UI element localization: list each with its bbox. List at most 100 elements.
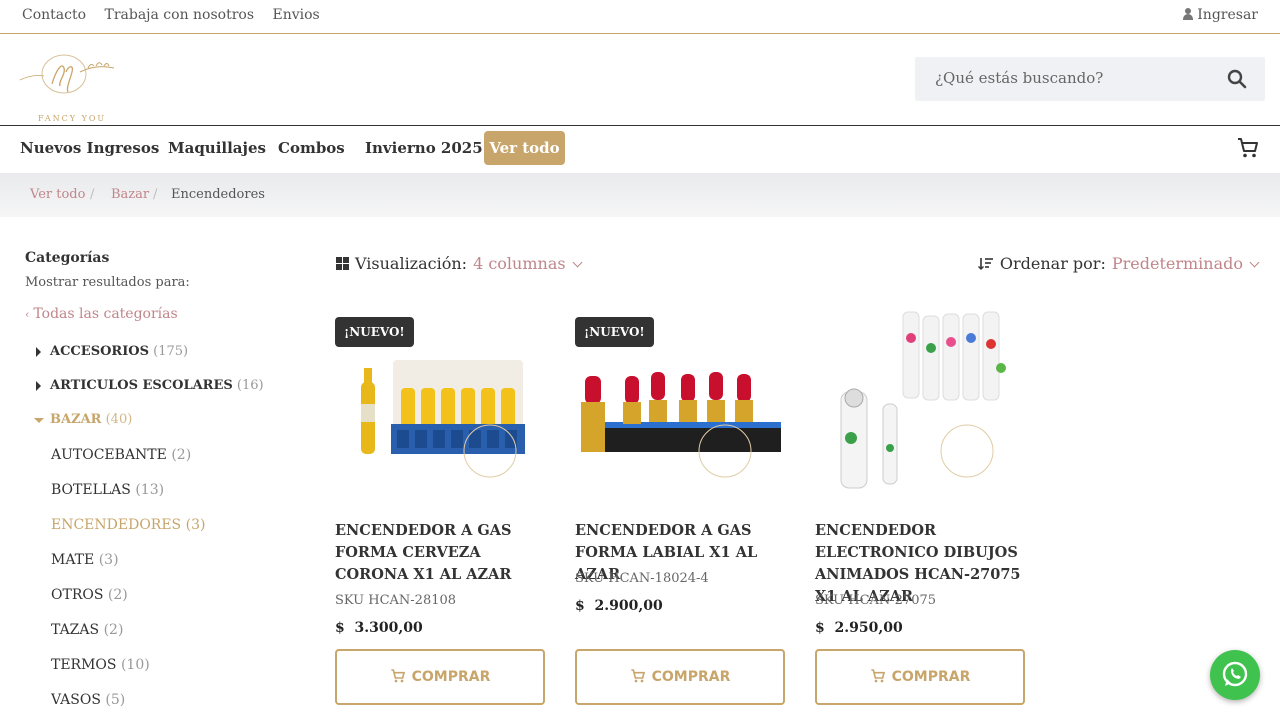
product-name[interactable]: ENCENDEDOR A GAS FORMA CERVEZA CORONA X1… [335, 520, 550, 586]
sort-selector[interactable]: Ordenar por: Predeterminado [977, 254, 1260, 273]
category-count: (40) [105, 412, 133, 427]
product-image[interactable] [815, 308, 1025, 508]
product-price: $ 2.900,00 [575, 598, 663, 614]
new-badge: ¡NUEVO! [335, 317, 414, 347]
product-price: $ 3.300,00 [335, 620, 423, 636]
category-name: BAZAR [50, 412, 102, 427]
price-value: 2.900,00 [594, 598, 663, 614]
main-nav: Nuevos Ingresos Maquillajes Combos Invie… [0, 126, 1280, 173]
buy-button[interactable]: COMPRAR [815, 649, 1025, 705]
buy-label: COMPRAR [411, 669, 491, 685]
view-selector[interactable]: Visualización: 4 columnas [336, 254, 583, 273]
subcategory-count: (5) [105, 692, 126, 708]
category-name: ARTICULOS ESCOLARES [50, 378, 233, 393]
product-sku: SKU HCAN-28108 [335, 593, 457, 608]
sidebar-title: Categorías [25, 250, 110, 266]
cart-icon [870, 669, 885, 683]
sort-icon [977, 258, 993, 270]
subcategory-botellas[interactable]: BOTELLAS (13) [51, 482, 164, 498]
chevron-down-icon [1249, 257, 1260, 268]
subcategory-tazas[interactable]: TAZAS (2) [51, 622, 123, 638]
buy-button[interactable]: COMPRAR [335, 649, 545, 705]
link-contacto[interactable]: Contacto [22, 7, 86, 23]
subcategory-name: VASOS [51, 692, 101, 708]
subcategory-count: (2) [171, 447, 192, 463]
whatsapp-button[interactable] [1210, 650, 1260, 700]
category-articulos-escolares[interactable]: ARTICULOS ESCOLARES (16) [50, 378, 264, 393]
whatsapp-icon [1222, 661, 1248, 687]
buy-button[interactable]: COMPRAR [575, 649, 785, 705]
category-accesorios[interactable]: ACCESORIOS (175) [50, 344, 188, 359]
product-sku: SKU HCAN-27075 [815, 593, 937, 608]
cart-icon[interactable] [1236, 136, 1260, 160]
currency-symbol: $ [335, 620, 345, 636]
caret-down-icon[interactable] [34, 418, 44, 423]
caret-right-icon[interactable] [36, 381, 41, 391]
nav-invierno-2025[interactable]: Invierno 2025 [365, 139, 483, 157]
nav-maquillajes[interactable]: Maquillajes [168, 139, 266, 157]
subcategory-count: (10) [120, 657, 150, 673]
caret-right-icon[interactable] [36, 347, 41, 357]
breadcrumb-current: Encendedores [171, 187, 265, 202]
breadcrumb-bazar[interactable]: Bazar [111, 187, 149, 202]
new-badge: ¡NUEVO! [575, 317, 654, 347]
subcategory-count: (13) [135, 482, 165, 498]
logo-text: FANCY YOU [38, 114, 107, 123]
breadcrumb: Ver todo / Bazar / Encendedores [0, 173, 1280, 217]
sidebar-subtitle: Mostrar resultados para: [25, 275, 190, 290]
subcategory-count: (2) [107, 587, 128, 603]
product-sku: SKU HCAN-18024-4 [575, 571, 709, 586]
cart-icon [390, 669, 405, 683]
logo-mark [19, 54, 115, 94]
product-price: $ 2.950,00 [815, 620, 903, 636]
all-categories-link[interactable]: ‹ Todas las categorías [25, 306, 178, 322]
chevron-down-icon [572, 257, 583, 268]
subcategory-encendedores[interactable]: ENCENDEDORES (3) [51, 517, 205, 533]
nav-combos[interactable]: Combos [278, 139, 345, 157]
category-count: (16) [236, 378, 264, 393]
subcategory-count: (3) [185, 517, 206, 533]
subcategory-mate[interactable]: MATE (3) [51, 552, 119, 568]
subcategory-name: ENCENDEDORES [51, 517, 182, 533]
subcategory-name: AUTOCEBANTE [51, 447, 167, 463]
subcategory-name: TERMOS [51, 657, 117, 673]
chevron-left-icon: ‹ [25, 308, 30, 321]
cart-icon [630, 669, 645, 683]
breadcrumb-separator: / [90, 187, 95, 202]
sort-label: Ordenar por: [999, 254, 1106, 273]
price-value: 3.300,00 [354, 620, 423, 636]
buy-label: COMPRAR [891, 669, 971, 685]
category-count: (175) [153, 344, 189, 359]
nav-nuevos-ingresos[interactable]: Nuevos Ingresos [20, 139, 159, 157]
search-icon[interactable] [1227, 69, 1247, 89]
category-name: ACCESORIOS [50, 344, 149, 359]
category-bazar[interactable]: BAZAR (40) [50, 412, 132, 427]
top-bar: Contacto Trabaja con nosotros Envios Ing… [0, 0, 1280, 34]
breadcrumb-ver-todo[interactable]: Ver todo [30, 187, 85, 202]
grid-icon [336, 257, 349, 270]
subcategory-autocebante[interactable]: AUTOCEBANTE (2) [51, 447, 191, 463]
price-value: 2.950,00 [834, 620, 903, 636]
link-envios[interactable]: Envios [273, 7, 320, 23]
subcategory-name: TAZAS [51, 622, 100, 638]
login-link[interactable]: Ingresar [1183, 7, 1258, 23]
search-placeholder: ¿Qué estás buscando? [935, 69, 1104, 87]
all-categories-label: Todas las categorías [33, 306, 178, 322]
nav-ver-todo-button[interactable]: Ver todo [484, 131, 565, 165]
link-trabaja[interactable]: Trabaja con nosotros [104, 7, 254, 23]
user-icon [1183, 8, 1194, 20]
subcategory-count: (2) [103, 622, 124, 638]
subcategory-termos[interactable]: TERMOS (10) [51, 657, 150, 673]
subcategory-name: MATE [51, 552, 95, 568]
subcategory-otros[interactable]: OTROS (2) [51, 587, 128, 603]
subcategory-vasos[interactable]: VASOS (5) [51, 692, 125, 708]
view-label: Visualización: [355, 254, 468, 273]
search-input[interactable]: ¿Qué estás buscando? [915, 57, 1265, 101]
currency-symbol: $ [815, 620, 825, 636]
view-value: 4 columnas [473, 254, 566, 273]
login-label: Ingresar [1197, 7, 1258, 23]
subcategory-count: (3) [98, 552, 119, 568]
subcategory-name: OTROS [51, 587, 104, 603]
sort-value: Predeterminado [1111, 254, 1243, 273]
logo[interactable]: FANCY YOU [16, 52, 120, 123]
